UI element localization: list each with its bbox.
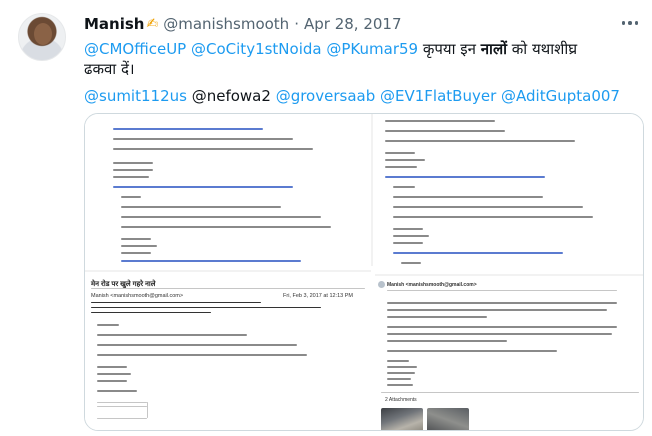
mention-pkumar59[interactable]: @PKumar59	[326, 40, 418, 58]
email-screenshot-1[interactable]	[85, 114, 373, 266]
email-date: Fri, Feb 3, 2017 at 12:13 PM	[283, 293, 354, 299]
mention-sumit112us[interactable]: @sumit112us	[84, 87, 187, 105]
author-avatar[interactable]	[18, 13, 66, 61]
tweet-text: @CMOfficeUP @CoCity1stNoida @PKumar59 कृ…	[84, 39, 644, 79]
mention-ev1flatbuyer[interactable]: @EV1FlatBuyer	[380, 87, 496, 105]
attachments-label: 2 Attachments	[385, 397, 417, 403]
separator-dot: ·	[294, 15, 299, 33]
tweet-header: Manish ✍ @manishsmooth · Apr 28, 2017	[84, 14, 402, 34]
tweet-text-line-2: ढकवा दें।	[84, 60, 135, 78]
mention-aditgupta007[interactable]: @AditGupta007	[501, 87, 620, 105]
sender-avatar	[378, 281, 385, 288]
email-from: Manish <manishsmooth@gmail.com>	[91, 293, 184, 299]
mention-groversaab[interactable]: @groversaab	[276, 87, 376, 105]
email-screenshot-3[interactable]: मेन रोड पर खुले गहरे नाले Manish <manish…	[85, 270, 371, 430]
email-screenshot-4[interactable]: Manish <manishsmooth@gmail.com> 2 Attach…	[375, 274, 643, 430]
mention-nefowa2[interactable]: @nefowa2	[192, 87, 271, 105]
writing-hand-icon: ✍	[146, 16, 159, 32]
attachment-thumbnail-1[interactable]	[381, 408, 423, 430]
mention-cocity1stnoida[interactable]: @CoCity1stNoida	[191, 40, 322, 58]
tweet-text-hindi-1: कृपया इन	[422, 40, 476, 58]
avatar-face	[34, 23, 52, 45]
more-horizontal-icon[interactable]	[616, 14, 644, 32]
tweet-text-hindi-2: को यथाशीघ्र	[511, 40, 578, 58]
email-screenshot-2[interactable]	[375, 114, 643, 274]
author-name[interactable]: Manish	[84, 15, 144, 33]
tweet-media[interactable]: मेन रोड पर खुले गहरे नाले Manish <manish…	[84, 113, 644, 431]
author-handle[interactable]: @manishsmooth	[163, 15, 289, 33]
tweet-mentions-row: @sumit112us @nefowa2 @groversaab @EV1Fla…	[84, 86, 620, 106]
email-sender: Manish <manishsmooth@gmail.com>	[387, 282, 477, 288]
mention-cmofficeup[interactable]: @CMOfficeUP	[84, 40, 186, 58]
attachment-thumbnail-2[interactable]	[427, 408, 469, 430]
tweet-text-bold-word: नालों	[480, 40, 507, 58]
tweet-date[interactable]: Apr 28, 2017	[304, 15, 402, 33]
tweet-text-line-1: @CMOfficeUP @CoCity1stNoida @PKumar59 कृ…	[84, 39, 644, 59]
